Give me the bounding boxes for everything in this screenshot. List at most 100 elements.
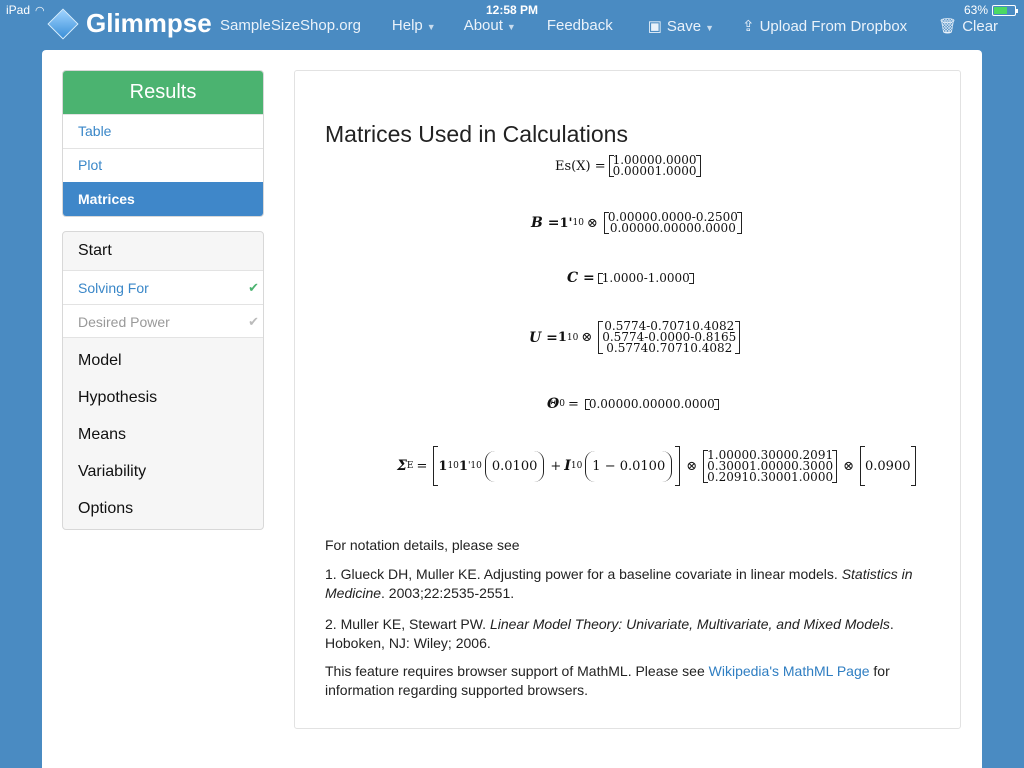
equation-u: U = 1 10 ⊗ 0.5774-0.70710.4082 0.5774-0.0… <box>529 320 743 355</box>
save-label: Save <box>666 18 702 35</box>
equation-lhs: C = <box>567 270 595 286</box>
step-means[interactable]: Means <box>63 416 263 453</box>
upload-dropbox-button[interactable]: ⇪ Upload From Dropbox <box>742 17 907 35</box>
upload-label: Upload From Dropbox <box>759 18 908 35</box>
trash-icon: 🗑 <box>938 18 958 35</box>
ones-vector: 1' <box>559 215 573 231</box>
step-hypothesis[interactable]: Hypothesis <box>63 379 263 416</box>
equation-b: B = 1' 10 ⊗ 0.00000.0000-0.2500 0.00000.0… <box>531 211 745 235</box>
matrix: 1.00000.30000.2091 0.30001.00000.3000 0.… <box>703 449 838 484</box>
reference-2-prefix: 2. Muller KE, Stewart PW. <box>325 616 490 632</box>
nav-help-label: Help <box>391 17 423 34</box>
content-panel: Matrices Used in Calculations Es(X) = 1.… <box>294 70 961 729</box>
brand[interactable]: Glimmpse <box>47 7 212 40</box>
chevron-down-icon: ▼ <box>426 22 436 32</box>
matrix: 0.5774-0.70710.4082 0.5774-0.0000-0.8165… <box>598 320 741 355</box>
results-item-plot[interactable]: Plot <box>63 148 263 182</box>
nav-site-link[interactable]: SampleSizeShop.org <box>220 17 361 35</box>
results-item-matrices[interactable]: Matrices <box>63 182 263 216</box>
chevron-down-icon: ▼ <box>705 23 715 33</box>
equation-lhs: Σ <box>397 458 407 474</box>
subscript: 10 <box>566 332 579 343</box>
subscript: 10 <box>570 461 583 471</box>
clear-label: Clear <box>962 18 999 35</box>
reference-1-prefix: 1. Glueck DH, Muller KE. Adjusting power… <box>325 566 842 582</box>
subscript: 10 <box>447 461 459 471</box>
matrix: 1.00000.0000 0.00001.0000 <box>608 154 701 178</box>
step-start[interactable]: Start <box>63 232 263 270</box>
matrix-row: 1.0000-1.0000 <box>601 270 690 285</box>
nav-about-menu[interactable]: About ▼ <box>464 17 516 35</box>
chevron-down-icon: ▼ <box>506 22 516 32</box>
parenthesis: 0.0100 <box>484 450 545 482</box>
subscript: 10 <box>572 218 584 228</box>
desired-power-label: Desired Power <box>78 314 170 330</box>
matrix-row: 0.00001.0000 <box>612 164 697 178</box>
ones-vector: 1 <box>557 330 567 345</box>
mathml-wikipedia-link[interactable]: Wikipedia's MathML Page <box>709 663 870 679</box>
kronecker-symbol: ⊗ <box>586 215 598 231</box>
reference-1: 1. Glueck DH, Muller KE. Adjusting power… <box>325 565 925 603</box>
outer-bracket: 1 10 1 ' 10 0.0100 + I 10 1 − 0.0100 <box>433 446 681 486</box>
scalar-value: 0.0900 <box>865 458 911 474</box>
ones-vector: 1 <box>458 458 468 474</box>
equals-symbol: = <box>567 396 579 412</box>
checkmark-icon: ✔ <box>248 280 259 295</box>
steps-panel: Start Solving For ✔ Desired Power ✔ Mode… <box>62 231 264 530</box>
floppy-disk-icon: ▣ <box>647 18 662 35</box>
navbar: Glimmpse SampleSizeShop.org Help ▼ About ▼… <box>0 7 1024 44</box>
substep-solving-for[interactable]: Solving For ✔ <box>63 270 263 304</box>
matrix: 1.0000-1.0000 <box>597 270 694 285</box>
upload-icon: ⇪ <box>742 18 755 35</box>
results-panel: Results Table Plot Matrices <box>62 70 264 217</box>
save-menu[interactable]: ▣ Save ▼ <box>648 17 714 35</box>
diamond-logo-icon <box>47 7 79 40</box>
matrix-row: 0.20910.30001.0000 <box>707 469 834 484</box>
equation-lhs: U = <box>529 329 558 346</box>
ones-vector: 1 <box>438 458 448 474</box>
scalar-bracket: 0.0900 <box>860 446 916 486</box>
brand-name: Glimmpse <box>86 8 212 38</box>
matrix: 0.00000.0000-0.2500 0.00000.00000.0000 <box>603 211 742 235</box>
kronecker-symbol: ⊗ <box>686 458 698 474</box>
substep-desired-power[interactable]: Desired Power ✔ <box>63 304 263 338</box>
reference-2-title: Linear Model Theory: Univariate, Multiva… <box>489 616 890 632</box>
reference-1-suffix: . 2003;22:2535-2551. <box>381 585 515 601</box>
mathml-notice: This feature requires browser support of… <box>325 662 925 700</box>
page-title: Matrices Used in Calculations <box>325 121 628 147</box>
term-value: 0.0100 <box>491 458 538 474</box>
results-header: Results <box>63 71 263 114</box>
subscript: 0 <box>559 399 565 409</box>
results-item-table[interactable]: Table <box>63 114 263 148</box>
parenthesis: 1 − 0.0100 <box>585 450 673 482</box>
nav-feedback-link[interactable]: Feedback <box>547 17 613 35</box>
equation-theta: Θ0 = 0.00000.00000.0000 <box>547 396 722 412</box>
step-model[interactable]: Model <box>63 342 263 379</box>
subscript: E <box>406 461 414 471</box>
notation-intro: For notation details, please see <box>325 537 520 553</box>
subscript: 10 <box>470 461 482 471</box>
term-value: 1 − 0.0100 <box>592 458 666 474</box>
equation-lhs: B = <box>531 215 560 231</box>
plus-symbol: + <box>550 458 562 474</box>
equation-sigma: ΣE = 1 10 1 ' 10 0.0100 + I 10 1 − 0.0100 ⊗ 1.… <box>397 446 919 486</box>
nav-menu: SampleSizeShop.org Help ▼ About ▼ Feedback… <box>220 17 998 35</box>
equation-lhs: Es(X) = <box>555 158 606 174</box>
equation-lhs: Θ <box>547 396 560 412</box>
clear-button[interactable]: 🗑 Clear <box>938 17 998 35</box>
equals-symbol: = <box>416 458 428 474</box>
step-variability[interactable]: Variability <box>63 453 263 490</box>
kronecker-symbol: ⊗ <box>843 458 854 474</box>
step-options[interactable]: Options <box>63 490 263 527</box>
matrix-row: 0.00000.00000.0000 <box>588 396 715 411</box>
nav-about-label: About <box>463 17 503 34</box>
matrix-row: 0.57740.70710.4082 <box>606 341 733 355</box>
matrix-row: 0.00000.00000.0000 <box>609 221 736 235</box>
reference-2: 2. Muller KE, Stewart PW. Linear Model T… <box>325 615 925 653</box>
mathml-prefix: This feature requires browser support of… <box>325 663 709 679</box>
equation-c: C = 1.0000-1.0000 <box>567 270 697 286</box>
checkmark-icon: ✔ <box>248 314 259 329</box>
matrix: 0.00000.00000.0000 <box>584 396 719 411</box>
nav-help-menu[interactable]: Help ▼ <box>392 17 436 35</box>
equation-es-x: Es(X) = 1.00000.0000 0.00001.0000 <box>555 154 704 178</box>
